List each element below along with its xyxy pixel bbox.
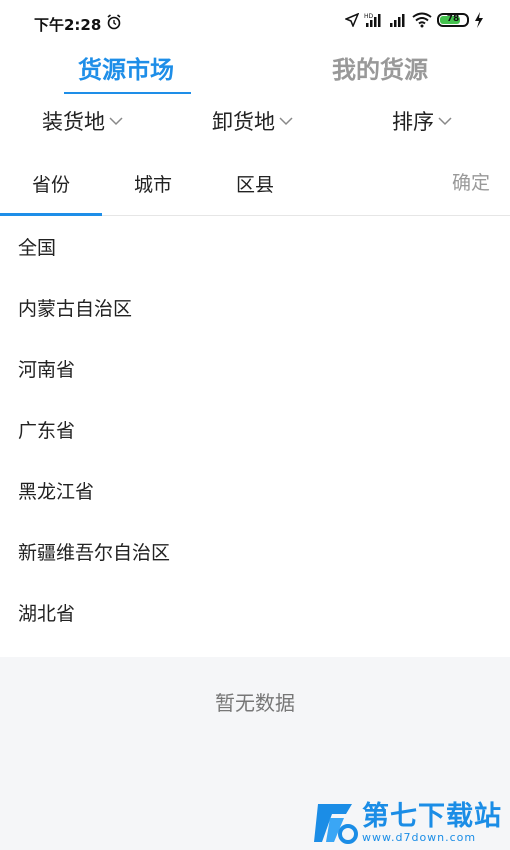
filter-row: 装货地 卸货地 排序 [0, 100, 510, 144]
svg-text:HD: HD [364, 13, 374, 20]
signal-icon [390, 14, 405, 27]
province-item[interactable]: 湖北省 [0, 584, 510, 645]
province-item[interactable]: 河南省 [0, 340, 510, 401]
alarm-icon [107, 14, 121, 30]
tab-province[interactable]: 省份 [32, 170, 70, 197]
status-time: 下午2:28 [34, 16, 102, 34]
province-list: 全国 内蒙古自治区 河南省 广东省 黑龙江省 新疆维吾尔自治区 湖北省 [0, 218, 510, 645]
status-bar: 下午2:28 HD 78 [0, 0, 510, 44]
loading-place-label: 装货地 [42, 110, 105, 134]
loading-place-filter[interactable]: 装货地 [42, 106, 123, 136]
battery-icon: 78 [437, 13, 469, 27]
tab-city[interactable]: 城市 [134, 170, 172, 197]
empty-state: 暂无数据 第七下载站 www.d7down.com [0, 657, 510, 850]
province-item[interactable]: 内蒙古自治区 [0, 279, 510, 340]
chevron-down-icon [438, 117, 452, 126]
unloading-place-filter[interactable]: 卸货地 [212, 106, 293, 136]
status-icons: HD 78 [345, 12, 484, 28]
charging-icon [475, 12, 483, 28]
tab-cargo-market[interactable]: 货源市场 [78, 50, 174, 85]
unloading-place-label: 卸货地 [212, 110, 275, 134]
province-item[interactable]: 新疆维吾尔自治区 [0, 523, 510, 584]
province-item[interactable]: 广东省 [0, 401, 510, 462]
empty-text: 暂无数据 [215, 691, 295, 715]
sort-label: 排序 [392, 110, 434, 134]
province-item[interactable]: 黑龙江省 [0, 462, 510, 523]
watermark: 第七下载站 www.d7down.com [312, 800, 502, 846]
battery-percent: 78 [446, 14, 460, 24]
chevron-down-icon [279, 117, 293, 126]
region-tabs: 省份 城市 区县 确定 [0, 158, 510, 216]
watermark-text: 第七下载站 www.d7down.com [362, 802, 502, 844]
region-tab-indicator [0, 213, 102, 216]
confirm-button[interactable]: 确定 [452, 168, 490, 195]
watermark-logo-icon [314, 804, 358, 844]
watermark-url: www.d7down.com [362, 831, 477, 844]
wifi-icon [412, 12, 432, 28]
hd-signal-icon: HD [364, 13, 381, 27]
tab-indicator [64, 92, 191, 94]
sort-filter[interactable]: 排序 [392, 106, 452, 136]
province-item[interactable]: 全国 [0, 218, 510, 279]
watermark-name: 第七下载站 [362, 801, 502, 832]
top-tabs: 货源市场 我的货源 [0, 44, 510, 96]
location-icon [345, 13, 359, 27]
chevron-down-icon [109, 117, 123, 126]
tab-district[interactable]: 区县 [236, 170, 274, 197]
tab-my-cargo[interactable]: 我的货源 [332, 50, 428, 85]
